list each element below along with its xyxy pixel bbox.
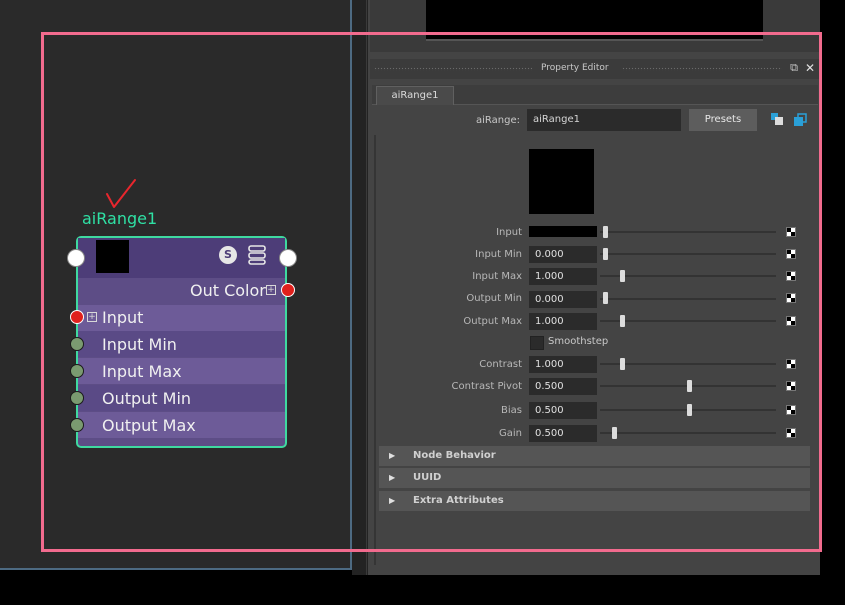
annotation-highlight-rectangle	[41, 32, 822, 552]
node-editor-bottom-border	[0, 568, 352, 570]
